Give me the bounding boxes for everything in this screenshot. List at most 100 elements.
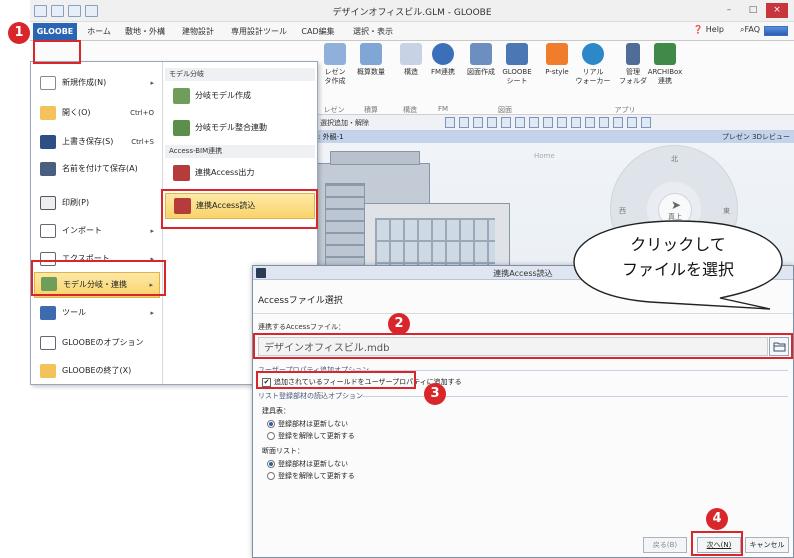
west-label: 西 [619, 207, 626, 215]
open-folder-icon [40, 106, 56, 120]
ribbon-group-label: 積算 [364, 106, 378, 114]
callout-line-1: クリックして [630, 235, 726, 254]
view-icon[interactable] [529, 117, 539, 128]
window-title: デザインオフィスビル.GLM - GLOOBE [332, 8, 492, 18]
menu-item-open[interactable]: 開く(O) Ctrl+O [34, 102, 160, 124]
ribbon-group-label: FM [437, 105, 449, 113]
view-mode-label[interactable]: プレゼン 3Dレビュー [722, 132, 790, 142]
menu-item-save[interactable]: 上書き保存(S) Ctrl+S [34, 131, 160, 153]
submenu-item-branch-create[interactable]: 分岐モデル作成 [165, 84, 315, 108]
snap-icon[interactable] [613, 117, 623, 128]
archibox-icon [654, 43, 676, 65]
close-button[interactable]: × [766, 3, 788, 18]
select-icon[interactable] [487, 117, 497, 128]
highlight-gloobe-tab [33, 40, 81, 64]
ribbon-group-label: 構造 [403, 106, 417, 114]
options-icon [40, 336, 56, 350]
step-badge-4: 4 [706, 508, 728, 530]
dialog-heading: Accessファイル選択 [258, 296, 343, 306]
palette-icon[interactable] [599, 117, 609, 128]
highlight-file-row [253, 333, 793, 359]
radio-unselected-icon [267, 471, 275, 480]
undo-icon[interactable] [557, 117, 567, 128]
highlight-checkbox [256, 371, 416, 389]
section-option-update[interactable]: 登録を解除して更新する [267, 470, 355, 481]
view-bar: 視点: 外観-1 プレゼン 3Dレビュー [300, 131, 794, 143]
branch-sync-icon [173, 120, 190, 136]
maximize-button[interactable]: □ [742, 3, 764, 18]
filter-icon[interactable] [501, 117, 511, 128]
structure-icon [400, 43, 422, 65]
ribbon-group-label: アプリ [614, 106, 636, 114]
menu-item-save-as[interactable]: 名前を付けて保存(A) [34, 158, 160, 180]
layer-icon[interactable] [515, 117, 525, 128]
drawing-icon [470, 43, 492, 65]
menu-item-import[interactable]: インポート ▸ [34, 220, 160, 242]
camera-icon[interactable] [543, 117, 553, 128]
home-view-button[interactable]: Home [534, 152, 555, 160]
menu-left-column: 新規作成(N) ▸ 開く(O) Ctrl+O 上書き保存(S) Ctrl+S 名前を付… [31, 62, 163, 384]
back-button[interactable]: 戻る(B) [643, 537, 687, 553]
exit-icon [40, 364, 56, 378]
east-label: 東 [723, 207, 730, 215]
option-group-line [351, 370, 788, 371]
tab-cad-edit[interactable]: CAD編集 [296, 22, 340, 41]
tab-special-tools[interactable]: 専用設計ツール [228, 22, 290, 41]
highlight-model-branch [31, 260, 166, 296]
north-label: 北 [671, 155, 678, 163]
ribbon-group-label: レゼン [323, 106, 345, 114]
tab-gloobe[interactable]: GLOOBE [33, 23, 77, 41]
fitting-table-label: 建具表： [262, 407, 290, 415]
tab-home[interactable]: ホーム [82, 22, 116, 41]
section-option-keep[interactable]: 登録部材は更新しない [267, 458, 348, 469]
tab-building-design[interactable]: 建物設計 [176, 22, 220, 41]
command-bar-icons [445, 117, 651, 128]
minimize-button[interactable]: – [718, 3, 740, 18]
access-export-icon [173, 165, 190, 181]
section-list-label: 断面リスト： [262, 447, 304, 455]
menu-item-tools[interactable]: ツール ▸ [34, 302, 160, 324]
sheet-icon [506, 43, 528, 65]
row-icon[interactable] [473, 117, 483, 128]
step-badge-1: 1 [8, 22, 30, 44]
import-icon [40, 224, 56, 238]
menu-item-options[interactable]: GLOOBEのオプション [34, 332, 160, 354]
step-badge-3: 3 [424, 383, 446, 405]
save-icon [40, 135, 56, 149]
ribbon-group-label: 図面 [498, 106, 512, 114]
menu-item-print[interactable]: 印刷(P) [34, 192, 160, 214]
menu-item-new[interactable]: 新規作成(N) ▸ [34, 72, 160, 94]
quantity-icon [360, 43, 382, 65]
tab-site[interactable]: 敷地・外構 [120, 22, 170, 41]
fitting-option-update[interactable]: 登録を解除して更新する [267, 430, 355, 441]
building-roof [330, 151, 420, 165]
menu-item-exit[interactable]: GLOOBEの終了(X) [34, 360, 160, 382]
callout-text: クリックして ファイルを選択 [590, 232, 766, 282]
help-icon: ❓ [693, 25, 704, 34]
cursor-arrow-icon: ➤ [671, 198, 682, 212]
branch-create-icon [173, 88, 190, 104]
faq-link[interactable]: ⌕FAQ [740, 25, 760, 35]
column-icon[interactable] [459, 117, 469, 128]
printer-icon [40, 196, 56, 210]
radio-unselected-icon [267, 431, 275, 440]
pstyle-icon [546, 43, 568, 65]
selection-mode-label[interactable]: 選択追加・解除 [320, 118, 369, 128]
grid-icon[interactable] [445, 117, 455, 128]
light-icon[interactable] [585, 117, 595, 128]
submenu-header-branch: モデル分岐 [165, 68, 315, 81]
fitting-option-keep[interactable]: 登録部材は更新しない [267, 418, 348, 429]
measure-icon[interactable] [641, 117, 651, 128]
axis-icon[interactable] [627, 117, 637, 128]
ribbon-archibox-button[interactable]: ARCHIBox 連携 [642, 43, 688, 105]
submenu-item-branch-sync[interactable]: 分岐モデル整合連動 [165, 116, 315, 140]
help-link[interactable]: ❓ Help [693, 25, 724, 34]
cancel-button[interactable]: キャンセル [745, 537, 789, 553]
tab-select-view[interactable]: 選択・表示 [348, 22, 398, 41]
redo-icon[interactable] [571, 117, 581, 128]
radio-selected-icon [267, 419, 275, 428]
submenu-item-access-export[interactable]: 連携Access出力 [165, 161, 315, 185]
title-bar: デザインオフィスビル.GLM - GLOOBE – □ × [30, 0, 794, 22]
dialog-divider [253, 313, 793, 314]
highlight-access-import [161, 189, 318, 229]
